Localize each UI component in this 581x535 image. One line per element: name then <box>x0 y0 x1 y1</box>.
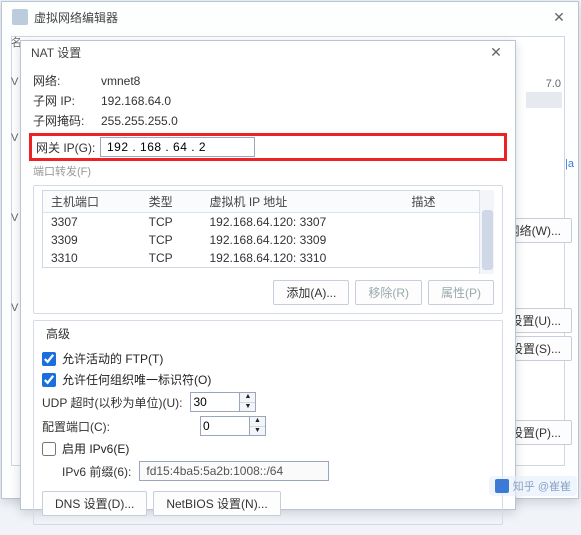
udp-timeout-input[interactable] <box>190 392 240 412</box>
watermark: 知乎 @崔崔 <box>489 476 577 496</box>
ipv6-checkbox-label: 启用 IPv6(E) <box>62 440 129 457</box>
advanced-fieldset: 高级 允许活动的 FTP(T) 允许任何组织唯一标识符(O) UDP 超时(以秒… <box>33 320 503 525</box>
col-hint-v2: V <box>11 132 18 144</box>
parent-close-icon[interactable]: ✕ <box>546 6 572 28</box>
config-port-input[interactable] <box>200 416 250 436</box>
nat-title: NAT 设置 <box>31 44 483 61</box>
nat-close-icon[interactable]: ✕ <box>483 41 509 63</box>
subnet-mask-label: 子网掩码: <box>33 112 101 129</box>
zhihu-logo-icon <box>495 479 509 493</box>
gateway-highlight: 网关 IP(G): <box>29 133 507 161</box>
advanced-title: 高级 <box>42 325 74 342</box>
table-row[interactable]: 3310 TCP 192.168.64.120: 3310 <box>43 249 494 268</box>
gateway-ip-input[interactable] <box>100 137 255 157</box>
pf-col-type: 类型 <box>141 191 202 213</box>
udp-spin-arrows[interactable]: ▲▼ <box>240 392 256 412</box>
nat-titlebar: NAT 设置 ✕ <box>21 41 515 63</box>
netbios-settings-button[interactable]: NetBIOS 设置(N)... <box>153 491 280 516</box>
subnet-ip-value: 192.168.64.0 <box>101 94 171 108</box>
pf-col-hostport: 主机端口 <box>43 191 141 213</box>
org-checkbox-label: 允许任何组织唯一标识符(O) <box>62 371 211 388</box>
col-hint-v1: V <box>11 76 18 88</box>
parent-right-value: 7.0 <box>546 78 561 90</box>
table-row[interactable]: 3309 TCP 192.168.64.120: 3309 <box>43 231 494 249</box>
watermark-text: 知乎 @崔崔 <box>513 478 571 494</box>
pf-add-button[interactable]: 添加(A)... <box>273 280 349 305</box>
parent-title: 虚拟网络编辑器 <box>34 9 546 26</box>
pf-remove-button[interactable]: 移除(R) <box>355 280 422 305</box>
ipv6-prefix-label: IPv6 前缀(6): <box>62 463 131 480</box>
cfgport-spin-arrows[interactable]: ▲▼ <box>250 416 266 436</box>
pf-col-vmip: 虚拟机 IP 地址 <box>202 191 404 213</box>
parent-side-cn: |a <box>565 158 574 170</box>
pf-properties-button[interactable]: 属性(P) <box>428 280 494 305</box>
subnet-mask-value: 255.255.255.0 <box>101 114 178 128</box>
network-label: 网络: <box>33 72 101 89</box>
parent-right-field <box>526 92 562 108</box>
col-hint-v4: V <box>11 302 18 314</box>
config-port-label: 配置端口(C): <box>42 418 192 435</box>
allow-any-org-id-checkbox[interactable]: 允许任何组织唯一标识符(O) <box>42 371 494 388</box>
ipv6-checkbox-input[interactable] <box>42 442 56 456</box>
ftp-checkbox-input[interactable] <box>42 352 56 366</box>
parent-titlebar: 虚拟网络编辑器 ✕ <box>2 2 578 32</box>
pf-scrollbar[interactable] <box>479 190 494 274</box>
enable-ipv6-checkbox[interactable]: 启用 IPv6(E) <box>42 440 494 457</box>
ipv6-prefix-input[interactable] <box>139 461 329 481</box>
col-hint-v3: V <box>11 212 18 224</box>
ftp-checkbox-label: 允许活动的 FTP(T) <box>62 350 163 367</box>
udp-timeout-label: UDP 超时(以秒为单位)(U): <box>42 394 182 411</box>
table-row[interactable]: 3307 TCP 192.168.64.120: 3307 <box>43 213 494 232</box>
org-checkbox-input[interactable] <box>42 373 56 387</box>
nat-settings-dialog: NAT 设置 ✕ 网络: vmnet8 子网 IP: 192.168.64.0 … <box>20 40 516 510</box>
port-forward-table: 主机端口 类型 虚拟机 IP 地址 描述 3307 TCP 192.168.64… <box>42 190 494 268</box>
port-forward-fieldset: 主机端口 类型 虚拟机 IP 地址 描述 3307 TCP 192.168.64… <box>33 185 503 314</box>
app-icon <box>12 9 28 25</box>
allow-active-ftp-checkbox[interactable]: 允许活动的 FTP(T) <box>42 350 494 367</box>
gateway-label: 网关 IP(G): <box>36 139 100 156</box>
dns-settings-button[interactable]: DNS 设置(D)... <box>42 491 147 516</box>
subnet-ip-label: 子网 IP: <box>33 92 101 109</box>
port-forward-caption: 端口转发(F) <box>33 163 503 179</box>
network-value: vmnet8 <box>101 74 140 88</box>
